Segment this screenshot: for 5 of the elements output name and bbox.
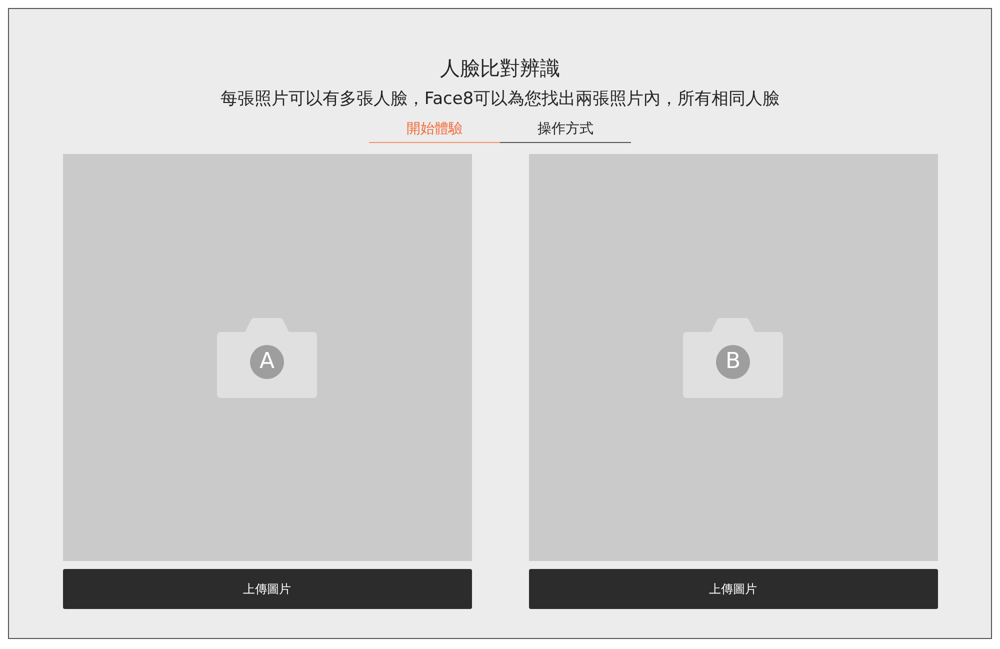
tab[interactable]: 操作方式 [500,117,631,143]
upload-button[interactable]: 上傳圖片 [528,569,938,609]
subtitle: 每張照片可以有多張人臉，Face8可以為您找出兩張照片內，所有相同人臉 [220,88,780,111]
page-title: 人臉比對辨識 [440,55,560,81]
upload-button[interactable]: 上傳圖片 [62,569,472,609]
